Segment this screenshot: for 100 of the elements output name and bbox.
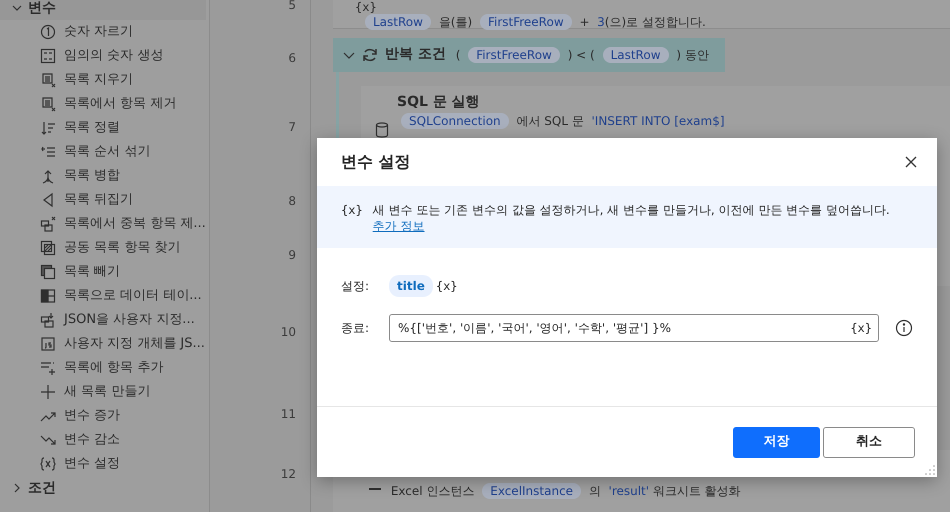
action-label: JSON을 사용자 지정... <box>64 311 195 330</box>
step-text: 에서 SQL 문 <box>515 112 585 130</box>
dash-icon <box>369 488 381 490</box>
close-icon <box>905 156 917 168</box>
step-text: 워크시트 활성화 <box>652 483 742 500</box>
line-number: 6 <box>288 50 296 67</box>
loop-title: 반복 조건 <box>385 45 446 64</box>
literal-text: 'INSERT INTO [exam$] <box>590 112 725 130</box>
action-item[interactable]: 목록 지우기 <box>0 68 206 92</box>
dialog-title: 변수 설정 <box>341 152 411 172</box>
action-label: 변수 증가 <box>64 407 120 426</box>
action-item[interactable]: 목록 순서 섞기 <box>0 140 206 164</box>
step-title: SQL 문 실행 <box>397 92 481 112</box>
line-number: 8 <box>288 193 296 210</box>
field-label: 종료: <box>341 320 370 337</box>
line-number: 11 <box>280 406 296 423</box>
step-text: Excel 인스턴스 <box>390 483 476 500</box>
category-header[interactable]: 조건 <box>0 476 206 500</box>
line-number: 7 <box>288 119 296 136</box>
input-field[interactable]: %{['번호', '이름', '국어', '영어', '수학', '평균'] }% {x} <box>389 314 879 342</box>
action-item[interactable]: 변수 증가 <box>0 404 206 428</box>
variable-icon: {x} <box>355 1 950 13</box>
overlap-icon <box>40 240 56 256</box>
line-number: 10 <box>280 324 296 341</box>
action-label: 목록 병합 <box>64 167 120 186</box>
variable-icon[interactable]: {x} <box>850 319 872 337</box>
save-button[interactable]: 저장 <box>733 426 820 458</box>
action-item[interactable]: 변수 설정 <box>0 452 206 476</box>
line-number: 5 <box>288 0 296 14</box>
action-item[interactable]: 목록 정렬 <box>0 116 206 140</box>
chevron-down-icon <box>12 3 22 13</box>
database-icon <box>375 122 389 138</box>
action-item[interactable]: 목록으로 데이터 테이... <box>0 284 206 308</box>
cancel-button[interactable]: 취소 <box>823 426 915 458</box>
action-item[interactable]: 목록 병합 <box>0 164 206 188</box>
action-label: 목록 뒤집기 <box>64 191 134 210</box>
variable-icon: {x} <box>436 277 458 295</box>
chevron-right-icon <box>12 483 22 493</box>
line-number: 9 <box>288 247 296 264</box>
step-text: ) < ( <box>566 46 596 64</box>
action-label: 목록에서 중복 항목 제... <box>64 215 206 234</box>
action-item[interactable]: 목록에서 중복 항목 제... <box>0 212 206 236</box>
action-item[interactable]: 임의의 숫자 생성 <box>0 44 206 68</box>
variable-token[interactable]: title <box>389 275 433 297</box>
action-label: 목록으로 데이터 테이... <box>64 287 202 306</box>
list-remove-icon <box>40 96 56 112</box>
field-label: 설정: <box>341 278 370 295</box>
variable-chip: FirstFreeRow <box>480 14 572 30</box>
action-item[interactable]: 목록 빼기 <box>0 260 206 284</box>
variable-icon <box>40 456 56 472</box>
step-text: ( <box>454 46 462 64</box>
action-label: 새 목록 만들기 <box>64 383 150 402</box>
loop-header[interactable]: 반복 조건 ( FirstFreeRow ) < ( LastRow ) 동안 <box>333 38 725 72</box>
variable-chip: LastRow <box>365 14 431 30</box>
category-header[interactable]: 변수 <box>0 0 206 20</box>
step-text: (으)로 설정합니다. <box>604 14 707 31</box>
step-text: 을(를) <box>438 14 474 31</box>
action-item[interactable]: 목록에서 항목 제거 <box>0 92 206 116</box>
action-item[interactable]: 목록에 항목 추가 <box>0 356 206 380</box>
action-item[interactable]: 변수 감소 <box>0 428 206 452</box>
sort-icon <box>40 120 56 136</box>
duplicate-icon <box>40 216 56 232</box>
script-file-icon <box>40 336 56 352</box>
action-item[interactable]: 새 목록 만들기 <box>0 380 206 404</box>
step-card[interactable]: {x} LastRow 을(를) FirstFreeRow + 3(으)로 설정합니다. <box>333 0 950 29</box>
action-item[interactable]: 목록 뒤집기 <box>0 188 206 212</box>
line-number: 12 <box>280 466 296 483</box>
variable-icon: {x} <box>341 202 363 232</box>
action-label: 목록 지우기 <box>64 71 134 90</box>
variable-chip: FirstFreeRow <box>468 46 560 63</box>
grid-icon <box>40 48 56 64</box>
more-info-link[interactable]: 추가 정보 <box>372 219 425 233</box>
step-text: 의 <box>588 483 602 500</box>
action-item[interactable]: 숫자 자르기 <box>0 20 206 44</box>
action-label: 공동 목록 항목 찾기 <box>64 239 180 258</box>
merge-icon <box>40 168 56 184</box>
action-item[interactable]: 공동 목록 항목 찾기 <box>0 236 206 260</box>
action-label: 목록 빼기 <box>64 263 120 282</box>
resize-grip-icon <box>925 465 935 475</box>
table-icon <box>40 288 56 304</box>
action-label: 변수 설정 <box>64 455 120 474</box>
literal-text: 3 <box>596 14 605 31</box>
convert-icon <box>40 312 56 328</box>
subtract-icon <box>40 264 56 280</box>
action-label: 숫자 자르기 <box>64 23 134 42</box>
action-label: 사용자 지정 개체를 JS... <box>64 335 205 354</box>
action-label: 변수 감소 <box>64 431 120 450</box>
action-label: 목록에 항목 추가 <box>64 359 164 378</box>
step-text: ) 동안 <box>675 46 710 64</box>
action-item[interactable]: JSON을 사용자 지정... <box>0 308 206 332</box>
category-label: 조건 <box>28 478 56 498</box>
list-add-icon <box>40 360 56 376</box>
variable-chip: SQLConnection <box>401 112 509 129</box>
action-label: 목록 순서 섞기 <box>64 143 150 162</box>
action-item[interactable]: 사용자 지정 개체를 JS... <box>0 332 206 356</box>
variable-chip: LastRow <box>602 46 669 63</box>
action-label: 목록 정렬 <box>64 119 120 138</box>
plus-icon <box>40 384 56 400</box>
info-text: 새 변수 또는 기존 변수의 값을 설정하거나, 새 변수를 만들거나, 이전에 만든 변수를 덮어씁니다. <box>372 202 890 218</box>
step-text: + <box>578 14 591 31</box>
